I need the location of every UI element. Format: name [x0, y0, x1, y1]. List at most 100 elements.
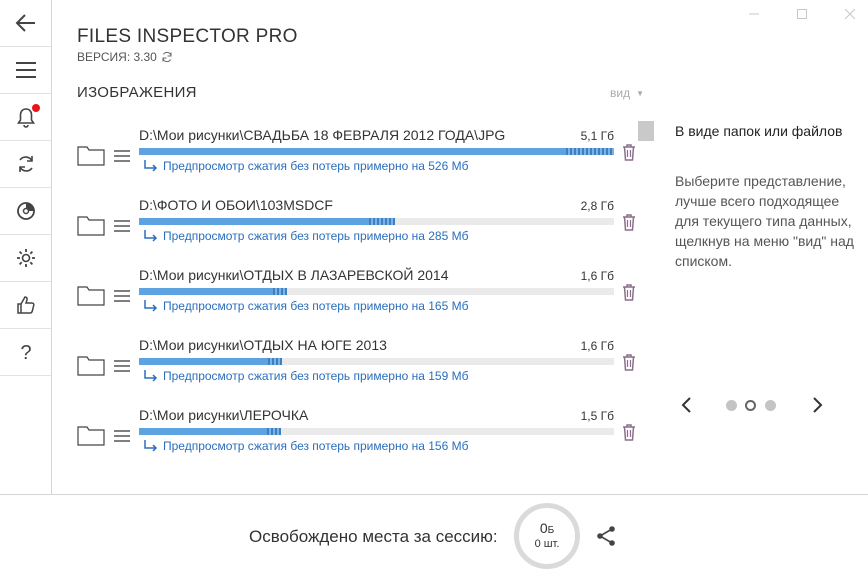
maximize-button[interactable]: [792, 6, 812, 22]
compression-preview-text: Предпросмотр сжатия без потерь примерно …: [163, 229, 469, 243]
menu-button[interactable]: [0, 47, 51, 94]
size-bar: [139, 428, 614, 435]
size-bar-fill: [139, 428, 281, 435]
folder-icon: [77, 216, 105, 236]
folder-size: 1,5 Гб: [580, 409, 614, 423]
size-bar-fill: [139, 358, 282, 365]
tip-text: Выберите представление, лучше всего подх…: [675, 173, 854, 269]
compression-preview-link[interactable]: Предпросмотр сжатия без потерь примерно …: [143, 159, 468, 173]
folder-icon: [77, 146, 105, 166]
folder-path[interactable]: D:\Мои рисунки\СВАДЬБА 18 ФЕВРАЛЯ 2012 Г…: [139, 127, 505, 143]
folder-list-item[interactable]: D:\Мои рисунки\ЛЕРОЧКА 1,5 Гб Предпросмо…: [77, 407, 642, 467]
trash-icon[interactable]: [622, 284, 636, 301]
back-arrow-icon: [15, 14, 35, 32]
caret-down-icon: ▼: [636, 88, 645, 98]
scrollbar-thumb[interactable]: [638, 121, 654, 141]
disk-button[interactable]: [0, 188, 51, 235]
compression-preview-text: Предпросмотр сжатия без потерь примерно …: [163, 439, 469, 453]
share-icon[interactable]: [595, 525, 617, 547]
section-title: ИЗОБРАЖЕНИЯ: [77, 84, 197, 101]
help-button[interactable]: ?: [0, 329, 51, 376]
folder-icon: [77, 286, 105, 306]
rate-button[interactable]: [0, 282, 51, 329]
return-arrow-icon: [144, 300, 158, 312]
freed-space-value: 0Б: [539, 520, 555, 537]
size-bar: [139, 148, 614, 155]
refresh-icon: [18, 156, 33, 172]
chevron-right-icon[interactable]: [811, 395, 825, 415]
help-icon: ?: [20, 342, 31, 363]
item-menu-icon[interactable]: [113, 219, 131, 233]
item-menu-icon[interactable]: [113, 429, 131, 443]
folder-list-item[interactable]: D:\Мои рисунки\ОТДЫХ НА ЮГЕ 2013 1,6 Гб …: [77, 337, 642, 397]
trash-icon[interactable]: [622, 144, 636, 161]
size-bar: [139, 218, 614, 225]
size-bar-fill: [139, 218, 395, 225]
update-button[interactable]: [0, 141, 51, 188]
freed-space-label: Освобождено места за сессию:: [249, 527, 498, 546]
item-menu-icon[interactable]: [113, 289, 131, 303]
folder-icon: [77, 356, 105, 376]
tip-page-dot-active[interactable]: [745, 400, 756, 411]
folder-path[interactable]: D:\Мои рисунки\ОТДЫХ В ЛАЗАРЕВСКОЙ 2014: [139, 267, 449, 283]
hamburger-menu-icon: [15, 62, 36, 78]
freed-space-gauge: 0Б 0 шт.: [514, 503, 580, 569]
tip-title: В виде папок или файлов: [675, 123, 843, 139]
check-update-icon[interactable]: [161, 51, 173, 63]
folder-path[interactable]: D:\Мои рисунки\ЛЕРОЧКА: [139, 407, 308, 423]
return-arrow-icon: [144, 370, 158, 382]
minimize-icon: [749, 13, 759, 15]
folder-list-item[interactable]: D:\Мои рисунки\ОТДЫХ В ЛАЗАРЕВСКОЙ 2014 …: [77, 267, 642, 327]
freed-files-count: 0 шт.: [534, 538, 560, 550]
compression-preview-link[interactable]: Предпросмотр сжатия без потерь примерно …: [143, 299, 468, 313]
folder-list-item[interactable]: D:\ФОТО И ОБОИ\103MSDCF 2,8 Гб Предпросм…: [77, 197, 642, 257]
folder-size: 1,6 Гб: [580, 269, 614, 283]
svg-text:?: ?: [20, 342, 31, 363]
size-bar-savings: [273, 288, 287, 295]
folder-size: 5,1 Гб: [580, 129, 614, 143]
version-label: ВЕРСИЯ: 3.30: [77, 50, 157, 64]
thumbs-up-icon: [16, 296, 35, 314]
settings-button[interactable]: [0, 235, 51, 282]
folder-icon: [77, 426, 105, 446]
return-arrow-icon: [144, 160, 158, 172]
minimize-button[interactable]: [744, 6, 764, 22]
size-bar-fill: [139, 288, 287, 295]
compression-preview-link[interactable]: Предпросмотр сжатия без потерь примерно …: [143, 439, 468, 453]
trash-icon[interactable]: [622, 354, 636, 371]
notification-badge: [32, 104, 40, 112]
folder-size: 1,6 Гб: [580, 339, 614, 353]
size-bar: [139, 288, 614, 295]
return-arrow-icon: [144, 440, 158, 452]
tip-page-dot[interactable]: [765, 400, 776, 411]
compression-preview-text: Предпросмотр сжатия без потерь примерно …: [163, 159, 469, 173]
maximize-icon: [797, 9, 807, 19]
footer: Освобождено места за сессию: 0Б 0 шт.: [0, 494, 868, 581]
app-title: FILES INSPECTOR PRO: [77, 26, 298, 47]
sidebar: ?: [0, 0, 52, 495]
compression-preview-link[interactable]: Предпросмотр сжатия без потерь примерно …: [143, 369, 468, 383]
gear-icon: [16, 249, 35, 267]
close-button[interactable]: [840, 6, 860, 22]
version-info: ВЕРСИЯ: 3.30: [77, 50, 173, 64]
size-bar: [139, 358, 614, 365]
folder-list-item[interactable]: D:\Мои рисунки\СВАДЬБА 18 ФЕВРАЛЯ 2012 Г…: [77, 127, 642, 187]
disk-icon: [16, 202, 35, 220]
size-bar-savings: [268, 358, 282, 365]
item-menu-icon[interactable]: [113, 359, 131, 373]
size-bar-fill: [139, 148, 614, 155]
chevron-left-icon[interactable]: [679, 395, 693, 415]
folder-size: 2,8 Гб: [580, 199, 614, 213]
item-menu-icon[interactable]: [113, 149, 131, 163]
tip-pager: [675, 393, 835, 417]
view-dropdown[interactable]: вид ▼: [610, 86, 644, 100]
compression-preview-link[interactable]: Предпросмотр сжатия без потерь примерно …: [143, 229, 468, 243]
trash-icon[interactable]: [622, 424, 636, 441]
folder-path[interactable]: D:\Мои рисунки\ОТДЫХ НА ЮГЕ 2013: [139, 337, 387, 353]
tip-page-dot[interactable]: [726, 400, 737, 411]
trash-icon[interactable]: [622, 214, 636, 231]
back-button[interactable]: [0, 0, 51, 47]
return-arrow-icon: [144, 230, 158, 242]
notifications-button[interactable]: [0, 94, 51, 141]
folder-path[interactable]: D:\ФОТО И ОБОИ\103MSDCF: [139, 197, 333, 213]
